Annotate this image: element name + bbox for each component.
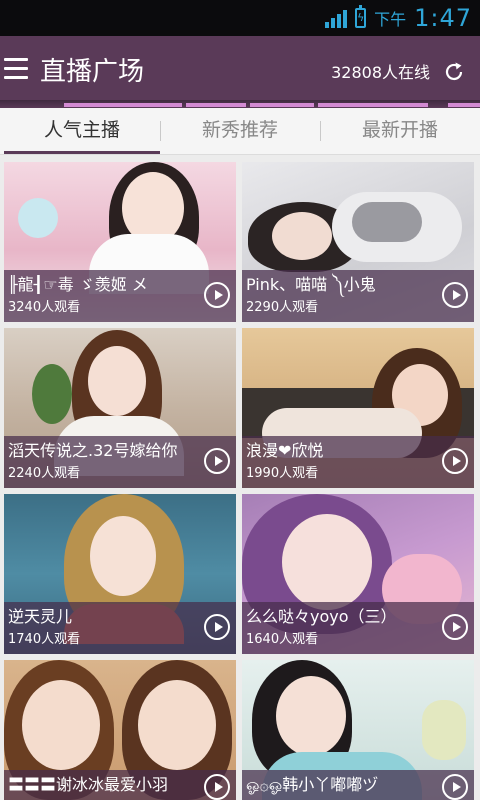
stream-info: 逆天灵儿 1740人观看 [4, 602, 236, 654]
header-accent [64, 103, 182, 107]
streamer-name: 么么哒々yoyo（三） [246, 607, 397, 626]
streamer-name: Pink、喵喵 ༽小鬼 [246, 275, 376, 294]
viewer-count: 3240人观看 [8, 300, 81, 315]
stream-card[interactable]: 浪漫❤欣悦 1990人观看 [242, 328, 474, 488]
status-period: 下午 [374, 10, 407, 29]
streamer-name: ╟龍┨☞毒 ゞ羡姬 メ [8, 275, 148, 294]
stream-info: Pink、喵喵 ༽小鬼 2290人观看 [242, 270, 474, 322]
tab-popular[interactable]: 人气主播 [4, 108, 160, 154]
status-indicators: ϟ 下午 1:47 [325, 4, 472, 32]
signal-icon [325, 8, 348, 28]
stream-info: 么么哒々yoyo（三） 1640人观看 [242, 602, 474, 654]
play-icon[interactable] [442, 282, 468, 308]
viewer-count: 2290人观看 [246, 300, 319, 315]
play-icon[interactable] [442, 614, 468, 640]
stream-card[interactable]: 逆天灵儿 1740人观看 [4, 494, 236, 654]
stream-card[interactable]: ╟龍┨☞毒 ゞ羡姬 メ 3240人观看 [4, 162, 236, 322]
play-icon[interactable] [204, 448, 230, 474]
stream-info: ╟龍┨☞毒 ゞ羡姬 メ 3240人观看 [4, 270, 236, 322]
streamer-name: 〓〓〓谢冰冰最爱小羽 [8, 775, 169, 794]
play-icon[interactable] [204, 774, 230, 800]
tab-newcomers[interactable]: 新秀推荐 [161, 108, 319, 154]
play-icon[interactable] [204, 614, 230, 640]
tab-bar: 人气主播 新秀推荐 最新开播 [0, 108, 480, 155]
stream-info: 〓〓〓谢冰冰最爱小羽 [4, 770, 236, 800]
online-count: 32808人在线 [331, 63, 430, 82]
refresh-icon[interactable] [442, 60, 466, 84]
streamer-name: 滔天传说之.32号嫁给你 [8, 441, 178, 460]
play-icon[interactable] [204, 282, 230, 308]
viewer-count: 1740人观看 [8, 632, 81, 647]
stream-grid: ╟龍┨☞毒 ゞ羡姬 メ 3240人观看 Pink、喵喵 ༽小鬼 2290人观看 … [0, 160, 480, 800]
streamer-name: 浪漫❤欣悦 [246, 441, 324, 460]
streamer-name: 逆天灵儿 [8, 607, 73, 626]
stream-info: 滔天传说之.32号嫁给你 2240人观看 [4, 436, 236, 488]
stream-info: ஓ۞ஓ韩小丫嘟嘟ヅ [242, 770, 474, 800]
header-accent [186, 103, 246, 107]
header-accent [250, 103, 314, 107]
stream-card[interactable]: 〓〓〓谢冰冰最爱小羽 [4, 660, 236, 800]
viewer-count: 1990人观看 [246, 466, 319, 481]
stream-card[interactable]: 滔天传说之.32号嫁给你 2240人观看 [4, 328, 236, 488]
tab-latest[interactable]: 最新开播 [321, 108, 479, 154]
play-icon[interactable] [442, 448, 468, 474]
stream-info: 浪漫❤欣悦 1990人观看 [242, 436, 474, 488]
viewer-count: 2240人观看 [8, 466, 81, 481]
stream-card[interactable]: ஓ۞ஓ韩小丫嘟嘟ヅ [242, 660, 474, 800]
header-accent [318, 103, 428, 107]
streamer-name: ஓ۞ஓ韩小丫嘟嘟ヅ [246, 775, 379, 794]
viewer-count: 1640人观看 [246, 632, 319, 647]
stream-card[interactable]: Pink、喵喵 ༽小鬼 2290人观看 [242, 162, 474, 322]
status-bar: ϟ 下午 1:47 [0, 0, 480, 36]
hamburger-icon[interactable] [4, 58, 28, 80]
status-time: 1:47 [414, 4, 472, 32]
battery-icon: ϟ [355, 5, 367, 28]
app-header: 直播广场 32808人在线 [0, 36, 480, 108]
play-icon[interactable] [442, 774, 468, 800]
page-title: 直播广场 [40, 57, 145, 87]
stream-card[interactable]: 么么哒々yoyo（三） 1640人观看 [242, 494, 474, 654]
header-accent [448, 103, 480, 107]
